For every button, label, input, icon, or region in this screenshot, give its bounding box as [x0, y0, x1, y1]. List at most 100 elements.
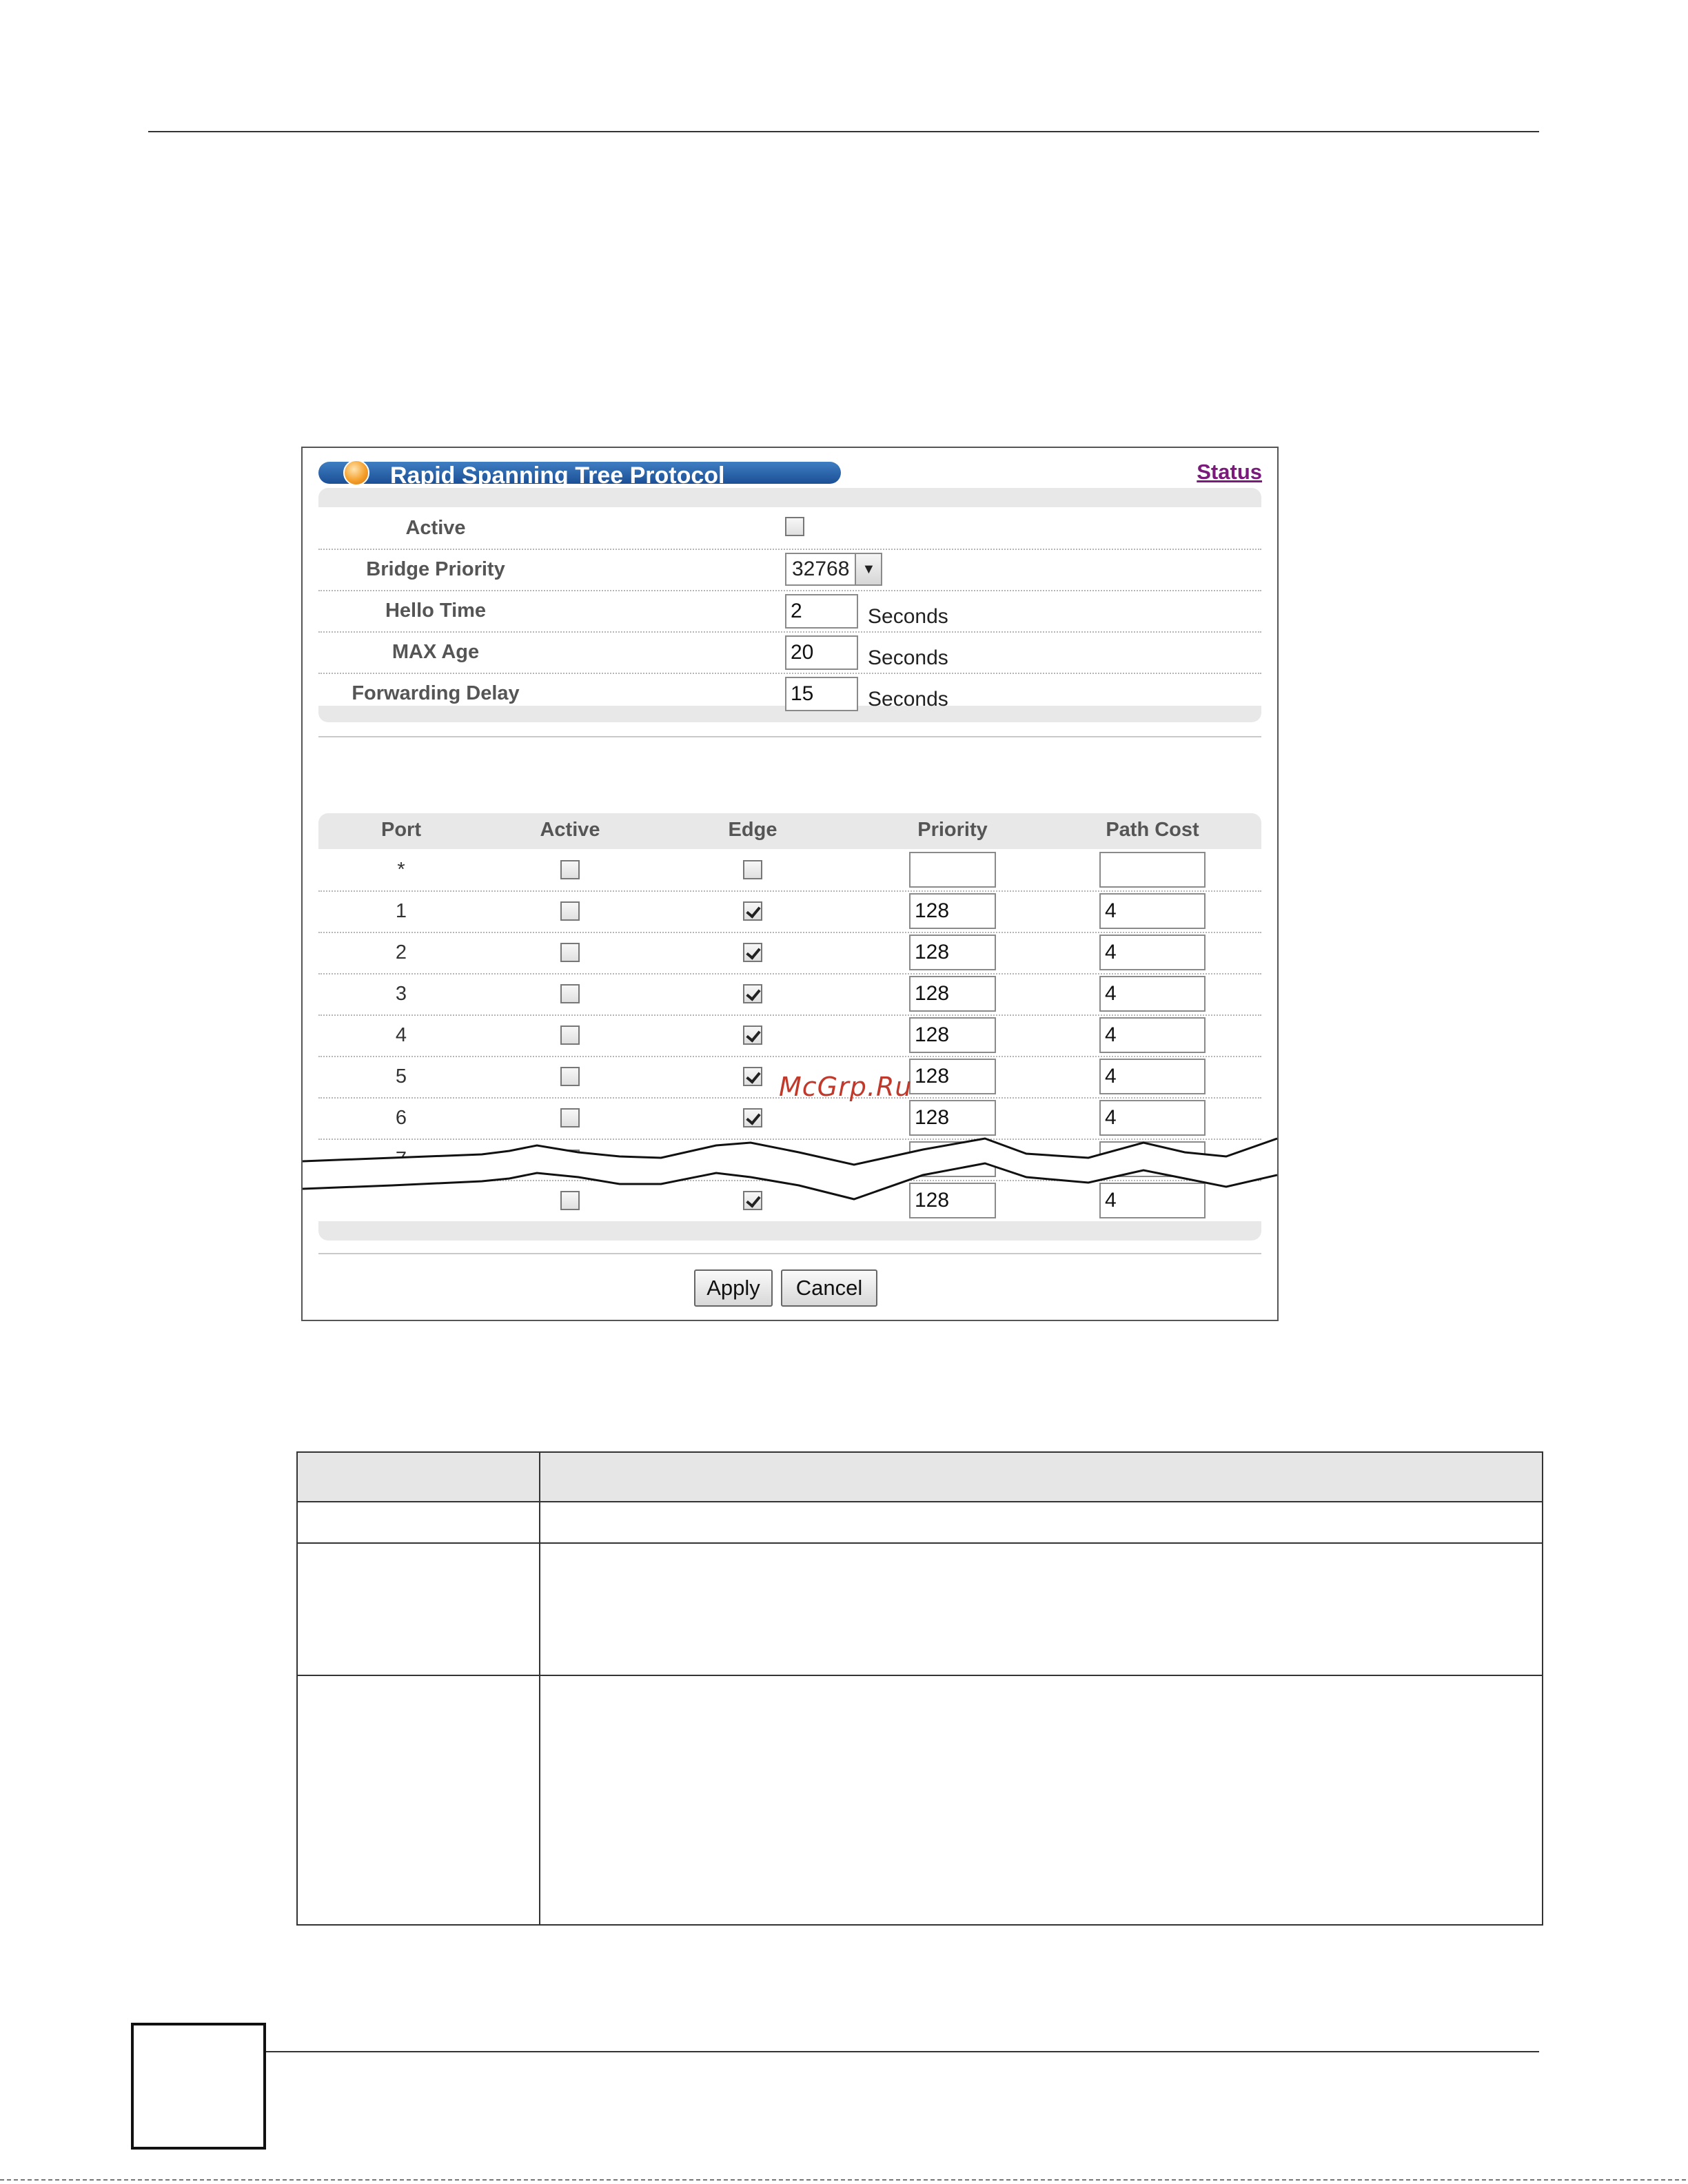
max-age-input[interactable]: 20	[785, 635, 858, 670]
port-priority-input[interactable]: 128	[909, 976, 996, 1012]
bridge-priority-value: 32768	[792, 558, 850, 580]
hello-time-label: Hello Time	[385, 600, 487, 622]
divider	[318, 736, 1261, 737]
port-edge-checkbox[interactable]	[743, 860, 762, 879]
port-edge-checkbox[interactable]	[743, 1025, 762, 1045]
port-path-cost-cell	[1084, 849, 1221, 890]
footer-rule	[266, 2051, 1539, 2052]
port-path-cost-cell: 4	[1084, 1056, 1221, 1097]
port-priority-input[interactable]: 128	[909, 1059, 996, 1094]
divider	[318, 1253, 1261, 1254]
port-path-cost-cell: 4	[1084, 1097, 1221, 1139]
port-active-checkbox[interactable]	[560, 943, 580, 962]
port-edge-cell	[708, 1097, 797, 1139]
row-hello-time: Hello Time 2 Seconds	[318, 590, 1261, 633]
port-active-cell	[525, 890, 615, 932]
header-port: Port	[381, 819, 421, 841]
port-edge-cell	[708, 1014, 797, 1056]
port-edge-checkbox[interactable]	[743, 901, 762, 921]
port-priority-cell: 128	[897, 973, 1008, 1014]
port-path-cost-input[interactable]: 4	[1099, 1100, 1206, 1136]
header-rule	[148, 131, 1539, 132]
row-divider	[298, 1542, 1542, 1544]
bridge-priority-label: Bridge Priority	[366, 558, 505, 580]
port-path-cost-input[interactable]: 4	[1099, 1017, 1206, 1053]
port-active-cell	[525, 1097, 615, 1139]
table-row: 2 128 4	[318, 932, 1261, 974]
apply-button[interactable]: Apply	[694, 1269, 773, 1307]
row-active: Active	[318, 507, 1261, 550]
port-path-cost-input[interactable]: 4	[1099, 976, 1206, 1012]
status-link[interactable]: Status	[1197, 460, 1262, 484]
general-settings-panel: Active Bridge Priority 32768 ▼ Hello Tim…	[318, 488, 1261, 722]
cancel-button[interactable]: Cancel	[781, 1269, 877, 1307]
port-active-checkbox[interactable]	[560, 1025, 580, 1045]
header-priority: Priority	[917, 819, 988, 841]
header-path-cost: Path Cost	[1106, 819, 1199, 841]
port-active-checkbox[interactable]	[560, 984, 580, 1003]
port-active-checkbox[interactable]	[560, 1108, 580, 1127]
bridge-priority-select[interactable]: 32768 ▼	[785, 553, 883, 586]
table-row: *	[318, 849, 1261, 892]
port-priority-input[interactable]: 128	[909, 1100, 996, 1136]
port-number: 3	[395, 982, 407, 1005]
table-row: 3 128 4	[318, 973, 1261, 1016]
seconds-label: Seconds	[868, 605, 948, 628]
port-priority-input[interactable]: 128	[909, 935, 996, 970]
orb-icon	[343, 460, 369, 486]
table-row: 1 128 4	[318, 890, 1261, 933]
port-path-cost-input[interactable]: 4	[1099, 893, 1206, 929]
port-number: *	[397, 858, 405, 881]
active-label: Active	[405, 517, 466, 539]
port-priority-input[interactable]: 128	[909, 893, 996, 929]
port-path-cost-cell: 4	[1084, 1014, 1221, 1056]
port-edge-checkbox[interactable]	[743, 1108, 762, 1127]
port-active-cell	[525, 973, 615, 1014]
port-number: 5	[395, 1065, 407, 1088]
port-active-checkbox[interactable]	[560, 860, 580, 879]
forwarding-delay-input[interactable]: 15	[785, 677, 858, 711]
table-header	[298, 1453, 1542, 1502]
port-path-cost-input[interactable]: 4	[1099, 1059, 1206, 1094]
port-path-cost-input[interactable]: 4	[1099, 935, 1206, 970]
port-priority-input[interactable]	[909, 852, 996, 888]
torn-break	[303, 1137, 1277, 1201]
port-priority-cell: 128	[897, 1056, 1008, 1097]
table-row: 4 128 4	[318, 1014, 1261, 1057]
port-active-checkbox[interactable]	[560, 901, 580, 921]
port-path-cost-cell: 4	[1084, 973, 1221, 1014]
seconds-label: Seconds	[868, 646, 948, 669]
chevron-down-icon[interactable]: ▼	[855, 554, 882, 584]
table-row: 6 128 4	[318, 1097, 1261, 1140]
port-path-cost-cell: 4	[1084, 932, 1221, 973]
forwarding-delay-label: Forwarding Delay	[352, 682, 520, 704]
port-priority-input[interactable]: 128	[909, 1017, 996, 1053]
watermark: McGrp.Ru	[779, 1072, 913, 1102]
page-number-box	[131, 2023, 266, 2150]
port-number: 4	[395, 1023, 407, 1046]
port-edge-checkbox[interactable]	[743, 984, 762, 1003]
row-max-age: MAX Age 20 Seconds	[318, 631, 1261, 674]
port-edge-checkbox[interactable]	[743, 1067, 762, 1086]
port-number: 6	[395, 1106, 407, 1129]
seconds-label: Seconds	[868, 688, 948, 711]
hello-time-input[interactable]: 2	[785, 594, 858, 629]
port-active-cell	[525, 849, 615, 890]
rstp-screenshot: Rapid Spanning Tree Protocol Status Acti…	[301, 447, 1279, 1321]
port-active-cell	[525, 1056, 615, 1097]
port-active-checkbox[interactable]	[560, 1067, 580, 1086]
header-edge: Edge	[728, 819, 777, 841]
row-divider	[298, 1675, 1542, 1676]
port-number: 1	[395, 899, 407, 922]
header-active: Active	[540, 819, 600, 841]
port-active-cell	[525, 932, 615, 973]
panel-title: Rapid Spanning Tree Protocol	[390, 462, 725, 489]
port-edge-checkbox[interactable]	[743, 943, 762, 962]
port-path-cost-cell: 4	[1084, 890, 1221, 932]
title-bar: Rapid Spanning Tree Protocol	[318, 460, 841, 489]
port-path-cost-input[interactable]	[1099, 852, 1206, 888]
port-priority-cell	[897, 849, 1008, 890]
port-priority-cell: 128	[897, 890, 1008, 932]
rstp-active-checkbox[interactable]	[785, 517, 804, 536]
row-bridge-priority: Bridge Priority 32768 ▼	[318, 549, 1261, 591]
